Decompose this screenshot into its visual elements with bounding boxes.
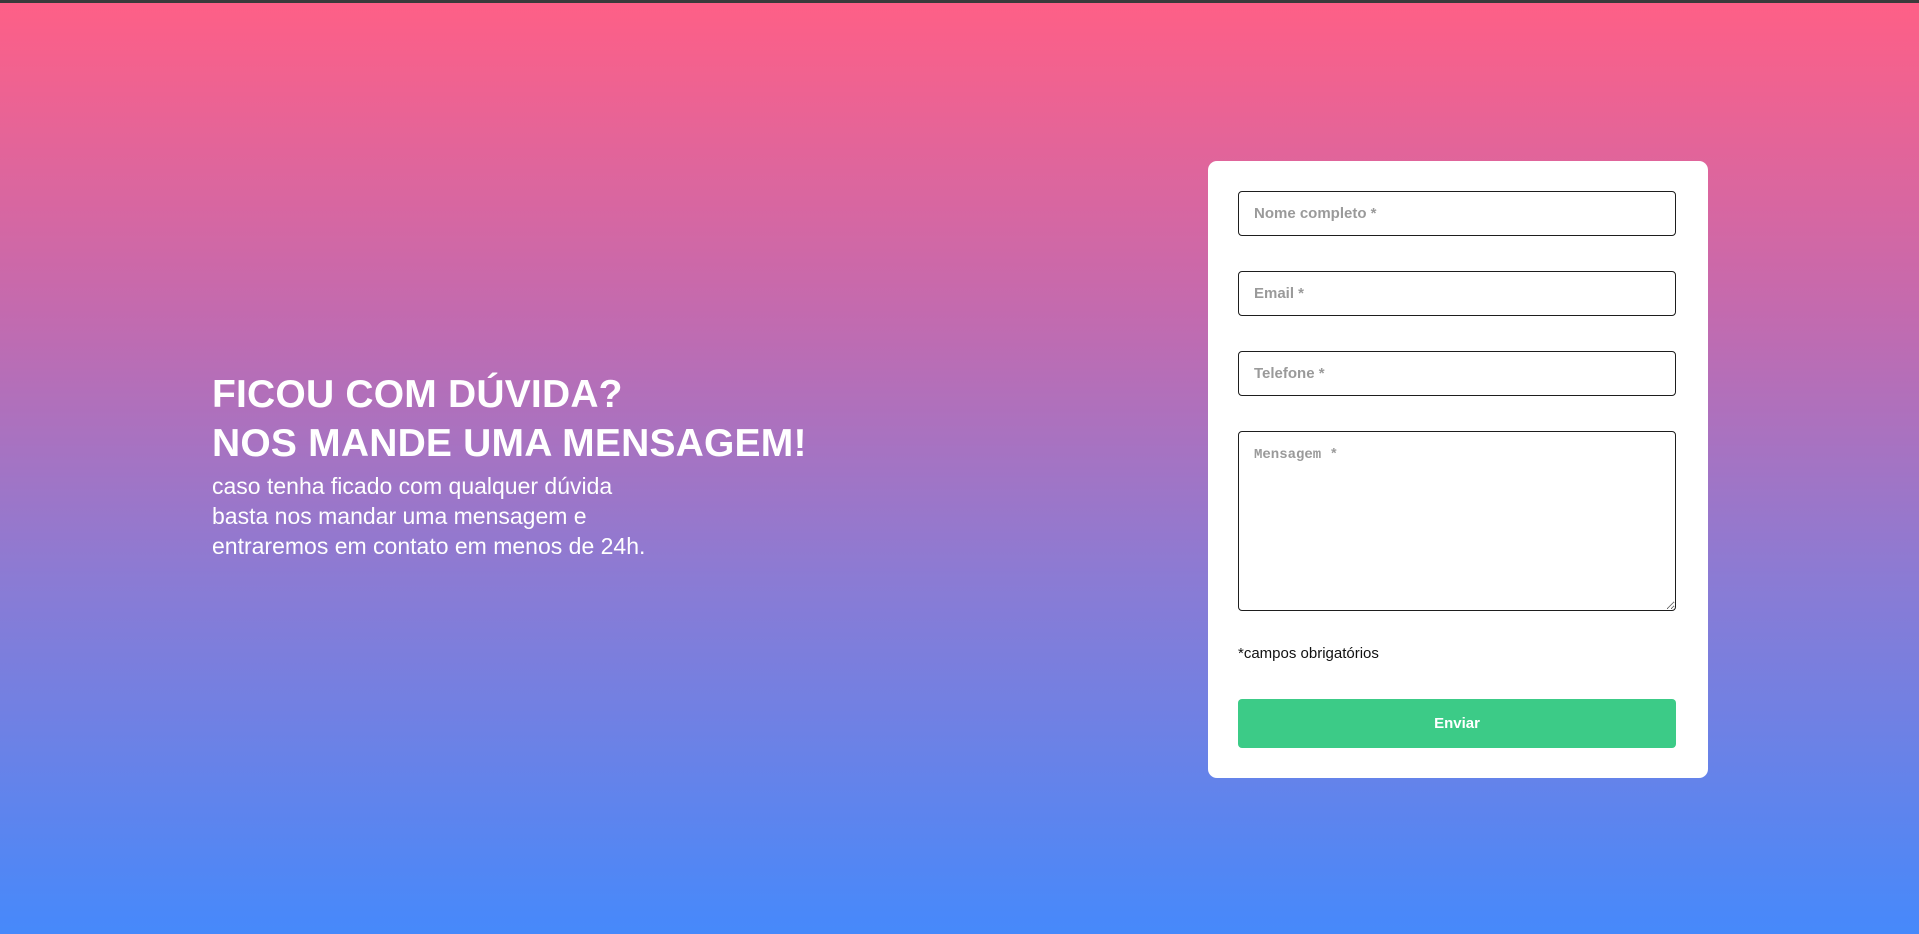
heading-line-2: NOS MANDE UMA MENSAGEM!: [212, 422, 807, 465]
heading-line-1: FICOU COM DÚVIDA?: [212, 373, 623, 416]
full-name-input[interactable]: [1238, 191, 1676, 236]
message-textarea[interactable]: [1238, 431, 1676, 611]
email-input[interactable]: [1238, 271, 1676, 316]
description-line-2: basta nos mandar uma mensagem e: [212, 503, 587, 529]
top-border: [0, 0, 1919, 3]
required-fields-note: *campos obrigatórios: [1238, 645, 1379, 662]
contact-intro: FICOU COM DÚVIDA? NOS MANDE UMA MENSAGEM…: [212, 370, 807, 561]
description-line-1: caso tenha ficado com qualquer dúvida: [212, 473, 613, 499]
contact-form-card: *campos obrigatórios Enviar: [1208, 161, 1708, 778]
intro-description: caso tenha ficado com qualquer dúvida ba…: [212, 471, 807, 561]
send-button[interactable]: Enviar: [1238, 699, 1676, 748]
page-heading: FICOU COM DÚVIDA? NOS MANDE UMA MENSAGEM…: [212, 370, 807, 468]
description-line-3: entraremos em contato em menos de 24h.: [212, 533, 646, 559]
phone-input[interactable]: [1238, 351, 1676, 396]
